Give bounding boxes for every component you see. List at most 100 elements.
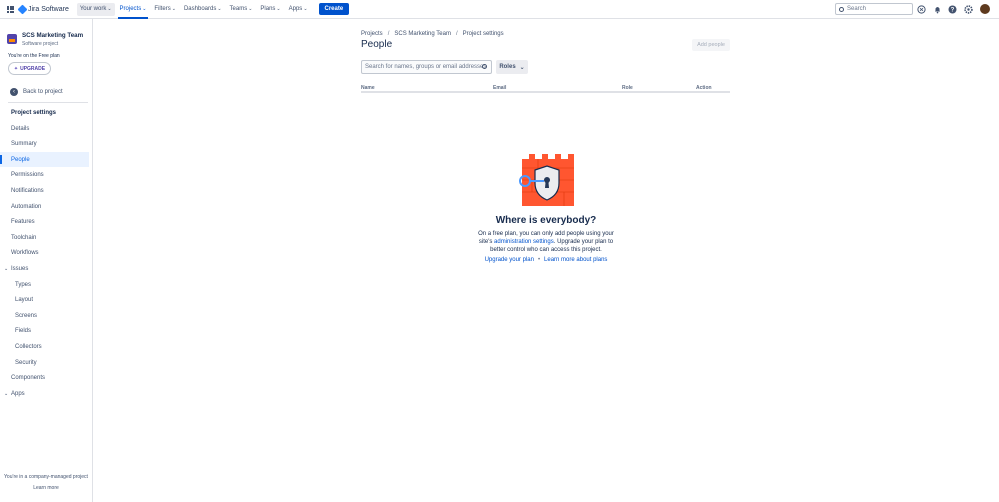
sidebar-item-fields[interactable]: Fields — [0, 324, 89, 339]
people-table-header: Name Email Role Action — [361, 83, 730, 93]
sidebar-item-features[interactable]: Features — [0, 215, 89, 230]
roles-label: Roles — [499, 64, 516, 70]
sidebar-item-collectors[interactable]: Collectors — [0, 339, 89, 354]
nav-label: Your work — [79, 6, 107, 12]
sidebar-item-label: Fields — [15, 328, 32, 335]
chevron-down-icon: ⌄ — [303, 6, 308, 12]
column-header-name[interactable]: Name — [361, 85, 375, 91]
sidebar-item-label: Layout — [15, 297, 34, 304]
create-button[interactable]: Create — [318, 3, 350, 15]
notifications-icon[interactable] — [917, 5, 926, 14]
chevron-down-icon[interactable]: ⌄ — [4, 391, 8, 397]
sidebar-item-label: Screens — [15, 312, 38, 319]
sidebar-item-workflows[interactable]: Workflows — [0, 246, 89, 261]
column-header-action: Action — [696, 85, 712, 91]
upgrade-button[interactable]: ✦ UPGRADE — [8, 62, 51, 75]
chevron-down-icon[interactable]: ⌄ — [4, 266, 8, 272]
settings-icon[interactable] — [964, 5, 973, 14]
breadcrumb-separator: / — [455, 31, 458, 37]
search-placeholder: Search — [847, 6, 867, 12]
nav-label: Projects — [119, 6, 142, 12]
empty-state-title: Where is everybody? — [495, 215, 597, 226]
breadcrumb-settings[interactable]: Project settings — [463, 31, 504, 37]
roles-filter-button[interactable]: Roles ⌄ — [496, 60, 528, 74]
global-search-input[interactable]: Search — [835, 3, 913, 15]
sparkle-icon: ✦ — [13, 65, 19, 72]
sidebar-item-types[interactable]: Types — [0, 277, 89, 292]
sidebar-item-label: Automation — [11, 203, 42, 210]
sidebar-item-label: Apps — [11, 390, 25, 397]
administration-settings-link[interactable]: administration settings — [494, 239, 554, 245]
sidebar-item-notifications[interactable]: Notifications — [0, 183, 89, 198]
sidebar-item-issues[interactable]: ⌄ Issues — [0, 261, 89, 276]
chevron-down-icon: ⌄ — [107, 6, 112, 12]
people-search-placeholder: Search for names, groups or email addres… — [365, 64, 487, 70]
nav-projects[interactable]: Projects ⌄ — [117, 3, 150, 19]
empty-state-description: On a free plan, you can only add people … — [472, 230, 620, 254]
sidebar-item-screens[interactable]: Screens — [0, 308, 89, 323]
project-name: SCS Marketing Team — [22, 32, 84, 39]
sidebar-item-components[interactable]: Components — [0, 371, 89, 386]
sidebar-item-label: Security — [15, 359, 37, 366]
learn-more-plans-link[interactable]: Learn more about plans — [544, 257, 607, 263]
sidebar-item-toolchain[interactable]: Toolchain — [0, 230, 89, 245]
column-header-email[interactable]: Email — [493, 85, 506, 91]
chevron-down-icon: ⌄ — [217, 6, 222, 12]
sidebar-divider — [8, 102, 88, 103]
nav-apps[interactable]: Apps ⌄ — [286, 3, 311, 16]
sidebar-item-label: Types — [15, 281, 32, 288]
jira-logo[interactable]: Jira Software — [17, 4, 69, 14]
upgrade-label: UPGRADE — [20, 65, 46, 72]
sidebar-item-permissions[interactable]: Permissions — [0, 168, 89, 183]
user-avatar[interactable] — [980, 4, 990, 14]
nav-label: Apps — [288, 6, 303, 12]
sidebar-item-automation[interactable]: Automation — [0, 199, 89, 214]
link-separator: • — [537, 257, 541, 263]
settings-section-title: Project settings — [11, 110, 57, 116]
sidebar-item-layout[interactable]: Layout — [0, 293, 89, 308]
bell-icon[interactable] — [933, 5, 942, 14]
sidebar-item-label: Issues — [11, 265, 29, 272]
nav-label: Plans — [260, 6, 276, 12]
nav-your-work[interactable]: Your work ⌄ — [76, 2, 115, 16]
search-icon — [482, 64, 487, 69]
help-icon[interactable]: ? — [948, 5, 957, 14]
breadcrumb-projects[interactable]: Projects — [361, 31, 383, 37]
nav-plans[interactable]: Plans ⌄ — [257, 3, 283, 16]
page-title: People — [361, 39, 393, 50]
sidebar-item-apps[interactable]: ⌄ Apps — [0, 386, 89, 401]
learn-more-link[interactable]: Learn more — [0, 485, 92, 491]
breadcrumb-project[interactable]: SCS Marketing Team — [394, 31, 451, 37]
project-header: SCS Marketing Team Software project — [7, 32, 83, 47]
nav-dashboards[interactable]: Dashboards ⌄ — [181, 3, 225, 16]
sidebar-item-summary[interactable]: Summary — [0, 137, 89, 152]
breadcrumb: Projects / SCS Marketing Team / Project … — [361, 31, 504, 37]
nav-label: Filters — [154, 6, 171, 12]
sidebar-item-label: Permissions — [11, 172, 44, 179]
add-people-button[interactable]: Add people — [692, 39, 730, 51]
app-switcher-icon[interactable] — [7, 5, 14, 13]
people-search-input[interactable]: Search for names, groups or email addres… — [361, 60, 492, 74]
jira-diamond-icon — [17, 4, 28, 14]
product-name: Jira Software — [28, 5, 69, 13]
sidebar-item-security[interactable]: Security — [0, 355, 89, 370]
search-icon — [839, 6, 844, 12]
project-sidebar: SCS Marketing Team Software project You'… — [0, 19, 93, 502]
sidebar-item-label: Notifications — [11, 187, 44, 194]
back-to-project-link[interactable]: ‹ Back to project — [10, 88, 63, 96]
sidebar-item-people[interactable]: People — [0, 152, 89, 168]
sidebar-item-details[interactable]: Details — [0, 121, 89, 136]
chevron-down-icon: ⌄ — [519, 64, 525, 71]
column-header-role[interactable]: Role — [622, 85, 633, 91]
company-managed-note: You're in a company-managed project — [4, 474, 88, 480]
nav-filters[interactable]: Filters ⌄ — [151, 3, 179, 16]
chevron-down-icon: ⌄ — [248, 6, 253, 12]
plan-note: You're on the Free plan — [8, 53, 60, 59]
arrow-left-icon: ‹ — [10, 88, 18, 96]
nav-label: Teams — [229, 6, 248, 12]
project-avatar-icon — [7, 34, 17, 44]
upgrade-plan-link[interactable]: Upgrade your plan — [485, 257, 534, 263]
primary-nav: Your work ⌄ Projects ⌄ Filters ⌄ Dashboards ⌄ Te… — [76, 0, 313, 19]
nav-label: Dashboards — [183, 6, 217, 12]
nav-teams[interactable]: Teams ⌄ — [227, 3, 256, 16]
